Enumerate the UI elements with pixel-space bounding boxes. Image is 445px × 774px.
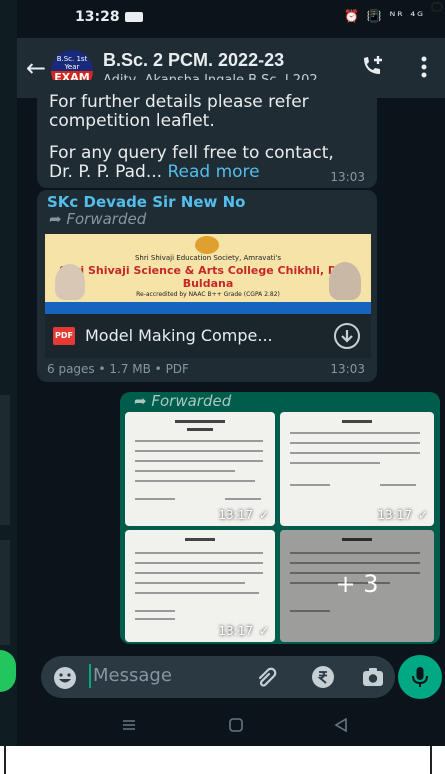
forwarded-label: ➦ Forwarded [49, 210, 146, 228]
status-time: 13:28 [75, 9, 120, 25]
add-call-icon[interactable] [360, 54, 386, 78]
forwarded-text: Forwarded [66, 210, 147, 228]
document-file-row[interactable]: PDF Model Making Compe... [45, 314, 371, 358]
status-bar: 13:28 ⏰ 📳 ᴺᴿ ⁴ᴳ [17, 0, 445, 34]
notification-icon [125, 12, 143, 22]
back-nav-icon[interactable] [333, 717, 349, 733]
camera-icon[interactable] [361, 666, 385, 688]
sent-check-icon: ✓ [258, 624, 269, 638]
voice-message-button[interactable] [398, 655, 442, 699]
message-timestamp: 13:03 [330, 362, 365, 376]
image-timestamp: 13:17 [218, 508, 253, 522]
adjacent-screen-edge [0, 0, 17, 746]
portrait-image [55, 264, 85, 300]
attach-icon[interactable] [255, 666, 279, 690]
image-timestamp: 13:17 [218, 624, 253, 638]
text-caret [89, 664, 91, 688]
forward-icon: ➦ [49, 210, 62, 228]
message-text-line: Dr. P. P. Pad... Read more [49, 162, 260, 182]
document-meta: 6 pages • 1.7 MB • PDF [47, 362, 189, 376]
image-timestamp: 13:17 [377, 508, 412, 522]
read-more-link[interactable]: Read more [167, 162, 259, 182]
image-thumbnail[interactable]: 13:17 ✓ [280, 412, 434, 526]
portrait-image [329, 262, 361, 300]
message-text-line: For further details please refer [49, 92, 309, 112]
payment-rupee-icon[interactable] [311, 665, 335, 689]
message-input[interactable]: Message [93, 665, 172, 686]
preview-college: Shri Shivaji Science & Arts College Chik… [59, 264, 357, 290]
message-bubble-images[interactable]: ➦ Forwarded 13:17 ✓ 13:17 ✓ 13:17 ✓ + 3 [120, 392, 440, 644]
image-thumbnail[interactable]: 13:17 ✓ [125, 412, 275, 526]
forward-icon: ➦ [134, 392, 147, 410]
more-options-icon[interactable] [421, 56, 427, 78]
recents-icon[interactable] [121, 718, 137, 732]
college-emblem [195, 236, 219, 254]
page-margin [0, 746, 445, 774]
phone-screen: 13:28 ⏰ 📳 ᴺᴿ ⁴ᴳ ← B.Sc. 1st Year COMPUTE… [17, 0, 445, 746]
download-icon[interactable] [333, 322, 361, 350]
preview-society: Shri Shivaji Education Society, Amravati… [134, 254, 281, 262]
image-thumbnail[interactable]: 13:17 ✓ [125, 530, 275, 642]
microphone-icon [412, 667, 428, 687]
document-preview[interactable]: Shri Shivaji Education Society, Amravati… [45, 234, 371, 314]
system-navigation-bar [17, 706, 445, 746]
message-text-line: competition leaflet. [49, 111, 215, 131]
message-text: Dr. P. P. Pad... [49, 162, 163, 182]
sent-check-icon: ✓ [417, 508, 428, 522]
chat-title[interactable]: B.Sc. 2 PCM. 2022-23 [103, 50, 284, 71]
status-icons: ⏰ 📳 ᴺᴿ ⁴ᴳ [344, 9, 425, 23]
back-arrow-icon[interactable]: ← [26, 54, 46, 82]
forwarded-text: Forwarded [151, 392, 232, 410]
message-bubble-document[interactable]: SKc Devade Sir New No ➦ Forwarded Shri S… [37, 190, 377, 382]
adjacent-screen-icon [431, 2, 443, 12]
more-images-count: + 3 [335, 570, 379, 598]
document-name: Model Making Compe... [85, 326, 273, 345]
message-bubble-text[interactable]: For further details please refer competi… [37, 80, 377, 188]
message-timestamp: 13:03 [330, 170, 365, 184]
pdf-icon: PDF [53, 327, 75, 345]
emoji-icon[interactable] [53, 666, 77, 690]
forwarded-label: ➦ Forwarded [134, 392, 231, 410]
preview-banner [45, 302, 371, 314]
sender-name[interactable]: SKc Devade Sir New No [47, 193, 245, 211]
home-icon[interactable] [228, 717, 244, 733]
message-composer[interactable]: Message [41, 656, 395, 698]
message-text-line: For any query fell free to contact, [49, 143, 334, 163]
image-thumbnail-more[interactable]: + 3 [280, 530, 434, 642]
preview-naac: Re-accredited by NAAC B++ Grade (CGPA 2.… [136, 291, 280, 298]
sent-check-icon: ✓ [258, 508, 269, 522]
